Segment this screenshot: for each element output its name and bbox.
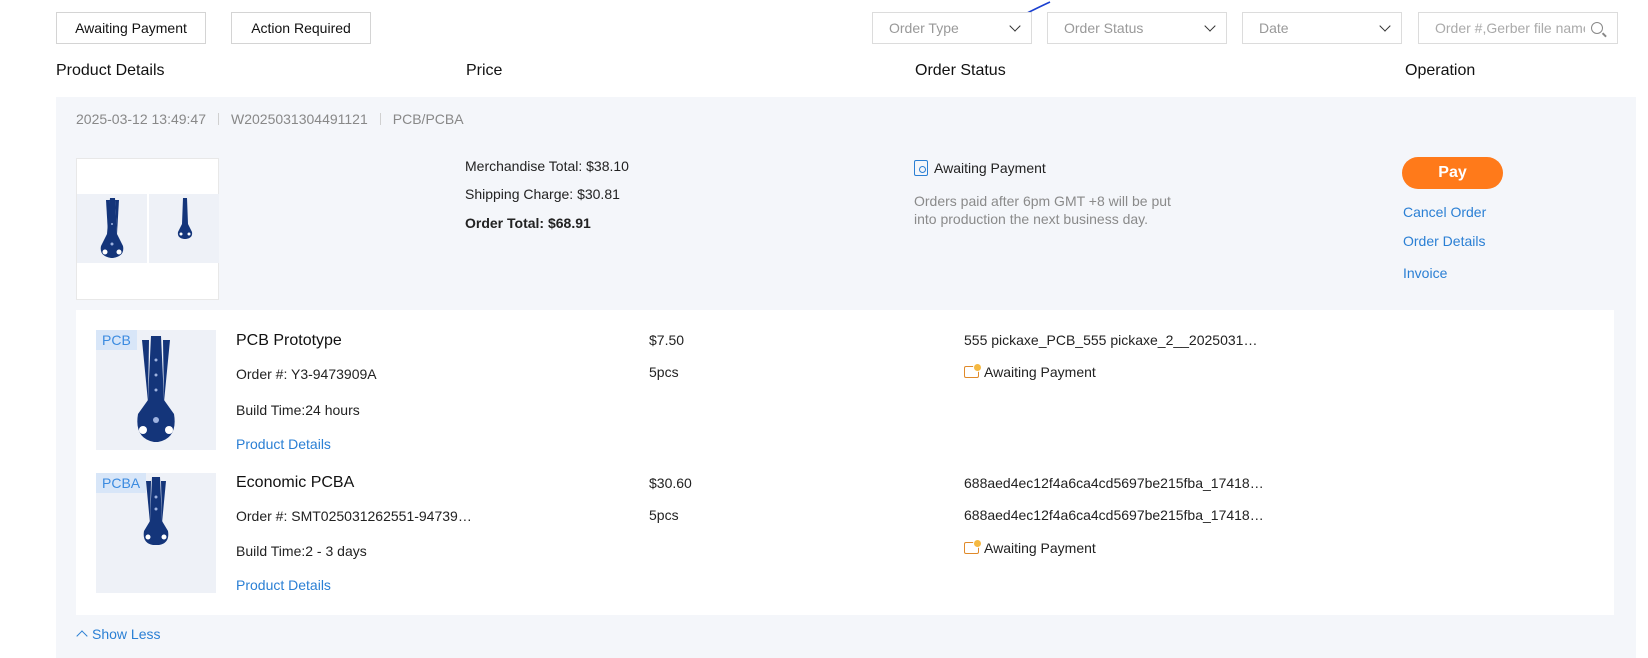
thumbnail-pcb xyxy=(77,194,147,263)
item-order-number: Order #: SMT025031262551-94739… xyxy=(236,508,472,524)
item-tag: PCB xyxy=(96,330,137,350)
item-build-time: Build Time:2 - 3 days xyxy=(236,543,367,559)
shipping-charge: Shipping Charge: $30.81 xyxy=(465,186,620,202)
item-tag: PCBA xyxy=(96,473,147,493)
order-items-card xyxy=(76,310,1614,615)
divider xyxy=(218,113,219,125)
package-icon xyxy=(964,363,982,378)
pcba-image xyxy=(177,198,193,239)
column-product-details: Product Details xyxy=(56,62,165,79)
item-product-details-link[interactable]: Product Details xyxy=(236,436,331,452)
chevron-down-icon xyxy=(1379,20,1391,32)
status-note: Orders paid after 6pm GMT +8 will be put… xyxy=(914,193,1171,227)
order-status-select[interactable]: Order Status xyxy=(1047,12,1227,44)
order-number: W2025031304491121 xyxy=(231,111,368,127)
order-total: Order Total: $68.91 xyxy=(465,215,591,231)
item-file-name: 555 pickaxe_PCB_555 pickaxe_2__2025031… xyxy=(964,332,1258,348)
divider xyxy=(379,113,381,125)
show-less-toggle[interactable]: Show Less xyxy=(76,626,161,642)
search-icon[interactable] xyxy=(1591,22,1603,34)
order-category: PCB/PCBA xyxy=(392,111,464,127)
item-image: PCBA xyxy=(96,473,216,593)
item-name: PCB Prototype xyxy=(236,332,342,349)
merchandise-total: Merchandise Total: $38.10 xyxy=(465,158,629,174)
pcb-image xyxy=(100,198,124,258)
item-status: Awaiting Payment xyxy=(964,539,1096,556)
pay-button[interactable]: Pay xyxy=(1402,157,1503,189)
date-label: Date xyxy=(1259,20,1289,36)
invoice-link[interactable]: Invoice xyxy=(1403,265,1447,281)
item-file-name: 688aed4ec12f4a6ca4cd5697be215fba_17418… xyxy=(964,475,1264,491)
thumbnail-pcba xyxy=(149,194,219,263)
package-icon xyxy=(964,539,982,554)
order-type-label: Order Type xyxy=(889,20,959,36)
item-product-details-link[interactable]: Product Details xyxy=(236,577,331,593)
chevron-down-icon xyxy=(1009,20,1021,32)
order-status: Awaiting Payment xyxy=(914,160,1046,176)
order-thumbnail xyxy=(76,158,219,300)
chevron-up-icon xyxy=(76,630,88,642)
column-price: Price xyxy=(466,62,503,79)
item-price: $30.60 xyxy=(649,475,692,491)
item-status: Awaiting Payment xyxy=(964,363,1096,380)
item-status-text: Awaiting Payment xyxy=(984,364,1096,380)
document-search-icon xyxy=(914,160,928,176)
item-order-number: Order #: Y3-9473909A xyxy=(236,366,377,382)
order-datetime: 2025-03-12 13:49:47 xyxy=(76,111,206,127)
order-meta: 2025-03-12 13:49:47 W2025031304491121 PC… xyxy=(76,111,464,127)
item-price: $7.50 xyxy=(649,332,685,348)
item-status-text: Awaiting Payment xyxy=(984,540,1096,556)
filter-awaiting-payment[interactable]: Awaiting Payment xyxy=(56,12,206,44)
search-input[interactable] xyxy=(1435,20,1585,36)
date-select[interactable]: Date xyxy=(1242,12,1402,44)
item-file-name: 688aed4ec12f4a6ca4cd5697be215fba_17418… xyxy=(964,507,1264,523)
show-less-label: Show Less xyxy=(92,626,161,642)
order-status-text: Awaiting Payment xyxy=(934,160,1046,176)
filter-action-required[interactable]: Action Required xyxy=(231,12,371,44)
item-name: Economic PCBA xyxy=(236,474,355,491)
search-box[interactable] xyxy=(1418,12,1618,44)
item-quantity: 5pcs xyxy=(649,364,679,380)
chevron-down-icon xyxy=(1204,20,1216,32)
column-operation: Operation xyxy=(1405,62,1476,79)
order-type-select[interactable]: Order Type xyxy=(872,12,1032,44)
column-order-status: Order Status xyxy=(915,62,1006,79)
item-image: PCB xyxy=(96,330,216,450)
cancel-order-link[interactable]: Cancel Order xyxy=(1403,204,1486,220)
order-status-label: Order Status xyxy=(1064,20,1144,36)
item-quantity: 5pcs xyxy=(649,507,679,523)
order-details-link[interactable]: Order Details xyxy=(1403,233,1485,249)
item-build-time: Build Time:24 hours xyxy=(236,402,360,418)
